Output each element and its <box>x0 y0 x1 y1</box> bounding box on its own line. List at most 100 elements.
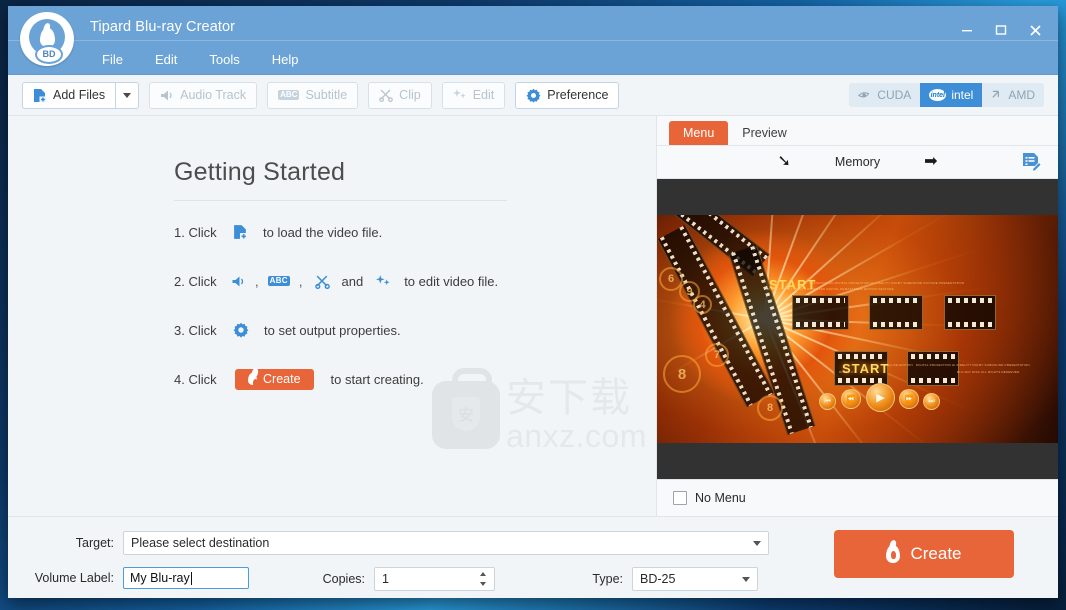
menu-bar: File Edit Tools Help <box>86 49 314 70</box>
speaker-icon <box>160 89 174 102</box>
flame-icon <box>248 373 258 387</box>
add-files-dropdown-button[interactable] <box>115 81 140 109</box>
accelerator-cuda[interactable]: CUDA <box>849 83 920 107</box>
type-combobox[interactable]: BD-25 <box>632 567 758 591</box>
volume-label-label: Volume Label: <box>34 571 114 585</box>
abc-icon: ABC <box>278 89 300 101</box>
no-menu-label: No Menu <box>695 491 746 505</box>
minimize-icon <box>962 30 972 32</box>
audio-track-button[interactable]: Audio Track <box>149 81 258 109</box>
template-name: Memory <box>834 155 881 169</box>
tab-preview[interactable]: Preview <box>728 121 800 145</box>
preference-button[interactable]: Preference <box>515 81 620 109</box>
skip-back-icon: ⏮ <box>819 393 836 410</box>
minimize-button[interactable] <box>950 18 984 42</box>
maximize-button[interactable] <box>984 18 1018 42</box>
poster-tiny-text: BLU-RAY DISC ALL RIGHTS RESERVED <box>957 370 1020 374</box>
stepper-up-icon[interactable] <box>480 572 486 576</box>
output-settings-bar: Target: Please select destination Volume… <box>8 516 1058 598</box>
stepper-down-icon[interactable] <box>480 582 486 586</box>
accelerator-intel-label: intel <box>951 88 974 102</box>
preference-label: Preference <box>547 88 609 102</box>
edit-button[interactable]: Edit <box>441 81 506 109</box>
step-4-number: 4. Click <box>174 371 217 387</box>
main-toolbar: Add Files Audio Track ABC Subtitle Clip … <box>8 75 1058 116</box>
edit-label: Edit <box>472 88 495 102</box>
sparkle-icon <box>452 88 467 102</box>
gear-icon[interactable] <box>233 322 249 338</box>
step-2-number: 2. Click <box>174 273 217 289</box>
subtitle-button[interactable]: ABC Subtitle <box>267 81 359 109</box>
no-menu-checkbox[interactable] <box>673 491 687 505</box>
template-nav-inner: ➘ Memory ➡ <box>778 154 938 170</box>
step-3: 3. Click to set output properties. <box>174 319 594 341</box>
titlebar-divider <box>8 40 1058 41</box>
step-2: 2. Click , ABC , and to edit video file. <box>174 270 594 292</box>
accelerator-amd-label: AMD <box>1008 88 1035 102</box>
abc-icon[interactable]: ABC <box>267 275 290 287</box>
poster-tiny-text: DELUXE EDITION DIGITAL PROJECTION HI-FID… <box>885 363 1030 367</box>
step-1-number: 1. Click <box>174 224 217 240</box>
add-files-button[interactable]: Add Files <box>22 81 116 109</box>
create-inline-label: Create <box>263 372 301 386</box>
menu-item-file[interactable]: File <box>86 49 139 70</box>
accelerator-intel[interactable]: intel intel <box>920 83 983 107</box>
type-value: BD-25 <box>640 572 676 586</box>
type-label: Type: <box>592 572 623 586</box>
step-2-conjunction: and <box>341 273 364 289</box>
arrow-left-icon[interactable]: ➘ <box>778 154 791 170</box>
close-button[interactable] <box>1018 18 1052 42</box>
title-divider <box>174 200 507 201</box>
edit-menu-button[interactable] <box>1020 151 1042 178</box>
edit-menu-icon <box>1023 153 1042 172</box>
hardware-acceleration-group: CUDA intel intel AMD <box>849 83 1044 107</box>
copies-label: Copies: <box>322 572 365 586</box>
volume-label-input[interactable]: My Blu-ray <box>123 567 249 589</box>
sparkle-icon[interactable] <box>376 274 391 289</box>
poster-tiny-text: DOLBY 2.1 ALL RIGHTS RESERVED DIGITAL RE… <box>767 287 894 291</box>
volume-label-value: My Blu-ray <box>130 571 190 585</box>
step-1-text: to load the video file. <box>263 224 383 240</box>
intel-icon: intel <box>929 89 947 101</box>
menu-thumbnail <box>907 351 959 386</box>
step-2-text: to edit video file. <box>404 273 499 289</box>
speaker-icon[interactable] <box>231 275 246 288</box>
getting-started-block: Getting Started 1. Click to load the vid… <box>174 158 594 417</box>
chevron-down-icon <box>742 577 750 582</box>
target-combobox[interactable]: Please select destination <box>123 531 769 555</box>
create-button[interactable]: Create <box>834 530 1014 578</box>
type-row: Type: BD-25 <box>589 567 758 591</box>
accelerator-amd[interactable]: AMD <box>982 83 1044 107</box>
nvidia-icon <box>858 91 870 97</box>
gear-icon <box>526 88 541 103</box>
add-file-icon[interactable] <box>233 224 248 240</box>
copies-stepper[interactable]: 1 <box>374 567 495 591</box>
no-menu-row: No Menu <box>657 479 1058 516</box>
menu-preview-area[interactable]: 6 9 4 8 7 8 START DEFINITION HD DIGITAL … <box>657 179 1058 479</box>
reel-circle: 8 <box>663 355 701 393</box>
tab-menu[interactable]: Menu <box>669 121 729 145</box>
create-button-label: Create <box>910 544 962 563</box>
step-2-separator-1: , <box>255 273 259 289</box>
create-inline-button[interactable]: Create <box>235 368 314 390</box>
fast-forward-icon: ⏩ <box>899 389 919 409</box>
scissors-icon[interactable] <box>315 274 331 289</box>
skip-forward-icon: ⏭ <box>923 393 940 410</box>
menu-item-edit[interactable]: Edit <box>139 49 193 70</box>
step-4: 4. Click Create to start creating. <box>174 368 594 390</box>
window-title: Tipard Blu-ray Creator <box>90 19 236 35</box>
menu-item-tools[interactable]: Tools <box>193 49 255 70</box>
template-nav-row: ➘ Memory ➡ <box>657 146 1058 179</box>
chevron-down-icon <box>123 92 132 98</box>
arrow-right-icon[interactable]: ➡ <box>924 154 937 170</box>
menu-template-poster: 6 9 4 8 7 8 START DEFINITION HD DIGITAL … <box>657 215 1058 443</box>
reel-circle: 8 <box>757 395 783 421</box>
bluray-badge-icon: BD <box>35 45 63 64</box>
reel-circle: 7 <box>705 343 729 367</box>
step-3-text: to set output properties. <box>264 322 401 338</box>
menu-item-help[interactable]: Help <box>256 49 315 70</box>
page-title: Getting Started <box>174 158 346 186</box>
clip-button[interactable]: Clip <box>368 81 432 109</box>
maximize-icon <box>995 25 1007 35</box>
menu-thumbnail <box>869 295 923 330</box>
